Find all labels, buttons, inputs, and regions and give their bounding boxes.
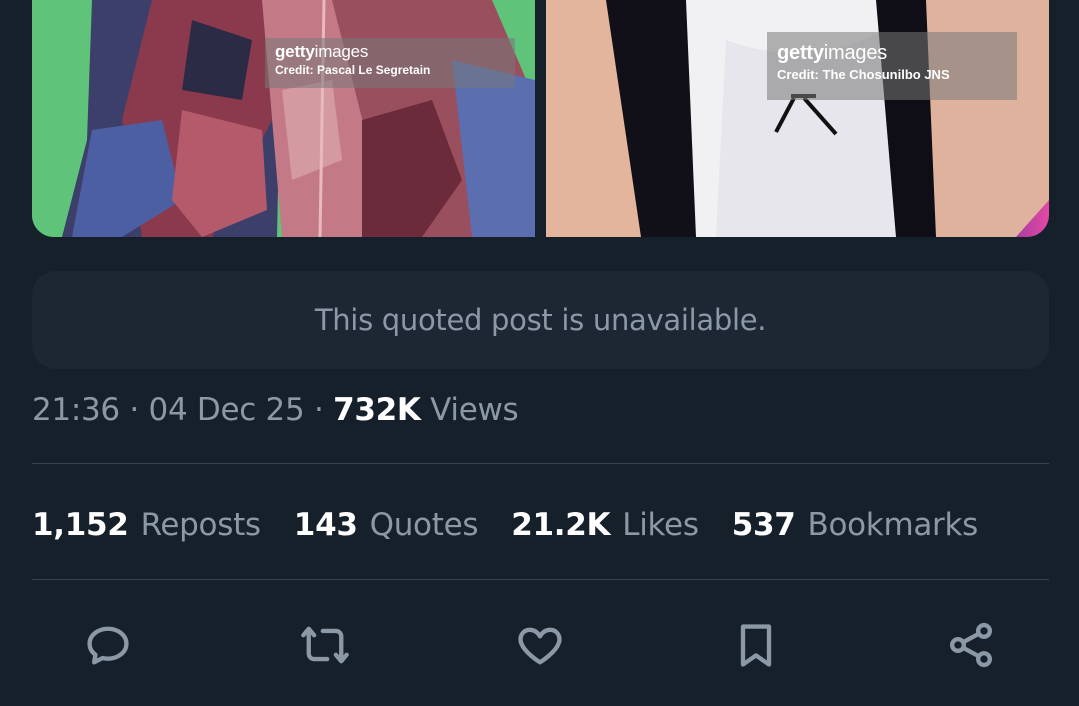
quotes-stat[interactable]: 143 Quotes [294, 507, 479, 543]
share-icon [949, 622, 993, 668]
repost-button[interactable] [295, 615, 355, 675]
reply-icon [87, 626, 129, 665]
bookmarks-stat[interactable]: 537 Bookmarks [732, 507, 979, 543]
media-image-1[interactable]: gettyimages Credit: Pascal Le Segretain [32, 0, 535, 237]
views-label: Views [420, 392, 519, 428]
share-button[interactable] [941, 615, 1001, 675]
bookmark-button[interactable] [726, 615, 786, 675]
media-image-2[interactable]: gettyimages Credit: The Chosunilbo JNS [546, 0, 1049, 237]
divider [32, 463, 1049, 464]
repost-icon [301, 626, 349, 664]
photo-credit: Credit: The Chosunilbo JNS [777, 67, 950, 82]
post-meta: 21:36 · 04 Dec 25 · 732K Views [32, 392, 519, 428]
engagement-stats: 1,152 Reposts 143 Quotes 21.2K Likes 537 Boo… [32, 500, 1011, 550]
reply-button[interactable] [78, 615, 138, 675]
getty-watermark: gettyimages Credit: Pascal Le Segretain [265, 38, 515, 88]
bookmark-icon [740, 624, 772, 667]
action-bar [0, 605, 1079, 685]
divider [32, 579, 1049, 580]
getty-watermark: gettyimages Credit: The Chosunilbo JNS [767, 32, 1017, 100]
post-date[interactable]: 04 Dec 25 [149, 392, 305, 428]
reposts-stat[interactable]: 1,152 Reposts [32, 507, 261, 543]
post-detail: gettyimages Credit: Pascal Le Segretain [0, 0, 1079, 706]
quoted-post-unavailable-text: This quoted post is unavailable. [314, 303, 767, 337]
like-button[interactable] [510, 615, 570, 675]
media-gallery: gettyimages Credit: Pascal Le Segretain [32, 0, 1049, 237]
post-time[interactable]: 21:36 [32, 392, 120, 428]
like-icon [518, 627, 562, 665]
likes-stat[interactable]: 21.2K Likes [511, 507, 699, 543]
quoted-post-card: This quoted post is unavailable. [32, 271, 1049, 369]
views-count: 732K [333, 392, 421, 428]
photo-credit: Credit: Pascal Le Segretain [275, 63, 431, 77]
photo-illustration [32, 0, 535, 237]
